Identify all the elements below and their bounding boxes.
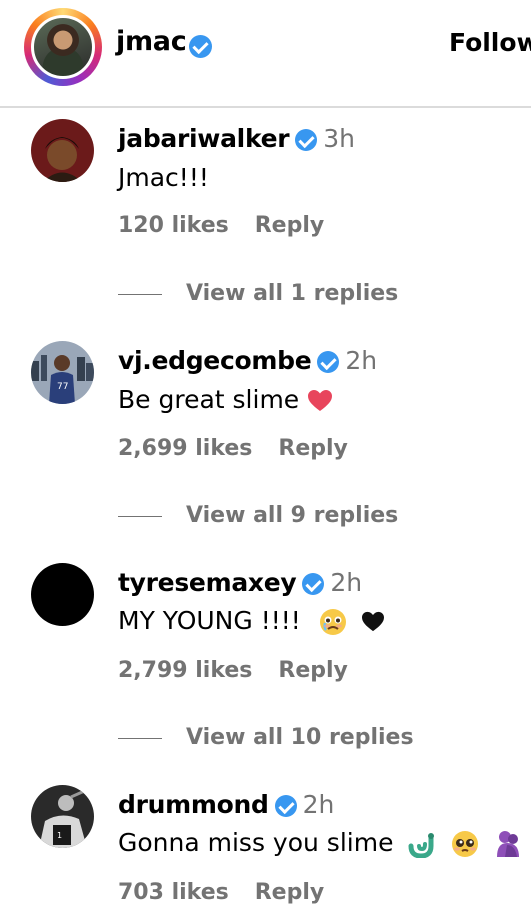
comment-meta: 2,699 likes Reply	[118, 436, 348, 461]
svg-text:77: 77	[57, 382, 68, 392]
comment-text-value: Gonna miss you slime	[118, 828, 394, 857]
comment-username[interactable]: tyresemaxey	[118, 568, 297, 597]
heart-icon	[308, 390, 333, 411]
verified-badge-icon	[295, 129, 318, 151]
like-count[interactable]: 2,799 likes	[118, 658, 252, 683]
verified-badge-icon	[302, 573, 325, 595]
replies-divider-line	[118, 515, 162, 517]
post-header: jmac Follow	[0, 0, 531, 108]
comment-meta: 120 likes Reply	[118, 213, 324, 238]
comment-timestamp: 2h	[302, 790, 335, 819]
view-replies-button[interactable]: View all 9 replies	[118, 503, 398, 528]
comment-header: vj.edgecombe 2h	[118, 346, 377, 375]
verified-badge-icon	[189, 35, 212, 58]
comment-meta: 703 likes Reply	[118, 880, 324, 905]
comment-timestamp: 2h	[330, 568, 363, 597]
profile-username[interactable]: jmac	[116, 26, 187, 57]
pleading-face-emoji-icon	[452, 831, 479, 857]
comment-text: MY YOUNG !!!!	[118, 606, 385, 636]
reply-button[interactable]: Reply	[278, 436, 348, 461]
like-count[interactable]: 120 likes	[118, 213, 229, 238]
hook-emoji-icon	[408, 833, 435, 858]
svg-text:1: 1	[57, 831, 62, 840]
reply-button[interactable]: Reply	[255, 213, 325, 238]
view-replies-button[interactable]: View all 1 replies	[118, 281, 398, 306]
follow-button[interactable]: Follow	[449, 28, 531, 57]
comment-text: Jmac!!!	[118, 163, 209, 192]
comment-text-value: MY YOUNG !!!!	[118, 606, 301, 635]
commenter-avatar[interactable]	[31, 119, 94, 182]
comment-header: tyresemaxey 2h	[118, 568, 362, 597]
verified-badge-icon	[274, 795, 297, 817]
comment-header: drummond 2h	[118, 790, 334, 819]
comment-header: jabariwalker 3h	[118, 124, 355, 153]
like-count[interactable]: 703 likes	[118, 880, 229, 905]
comment-text-value: Be great slime	[118, 385, 300, 414]
replies-divider-line	[118, 293, 162, 295]
reply-button[interactable]: Reply	[255, 880, 325, 905]
replies-divider-line	[118, 737, 162, 739]
teary-face-emoji-icon	[319, 609, 346, 635]
comment-text: Gonna miss you slime	[118, 828, 523, 859]
comment-username[interactable]: vj.edgecombe	[118, 346, 312, 375]
comment-timestamp: 3h	[323, 124, 356, 153]
commenter-avatar[interactable]: 77	[31, 341, 94, 404]
comment-username[interactable]: jabariwalker	[118, 124, 290, 153]
like-count[interactable]: 2,699 likes	[118, 436, 252, 461]
view-replies-label: View all 10 replies	[186, 725, 414, 750]
view-replies-label: View all 9 replies	[186, 503, 399, 528]
comment-username[interactable]: drummond	[118, 790, 269, 819]
reply-button[interactable]: Reply	[278, 658, 348, 683]
comment-timestamp: 2h	[345, 346, 378, 375]
purple-hugging-figure-icon	[497, 831, 520, 857]
black-heart-icon	[361, 611, 384, 632]
commenter-avatar[interactable]	[31, 563, 94, 626]
verified-badge-icon	[317, 351, 340, 373]
comment-text: Be great slime	[118, 385, 333, 414]
comment-meta: 2,799 likes Reply	[118, 658, 348, 683]
view-replies-label: View all 1 replies	[186, 281, 399, 306]
commenter-avatar[interactable]: 1	[31, 785, 94, 848]
view-replies-button[interactable]: View all 10 replies	[118, 725, 414, 750]
profile-avatar[interactable]	[31, 15, 95, 79]
